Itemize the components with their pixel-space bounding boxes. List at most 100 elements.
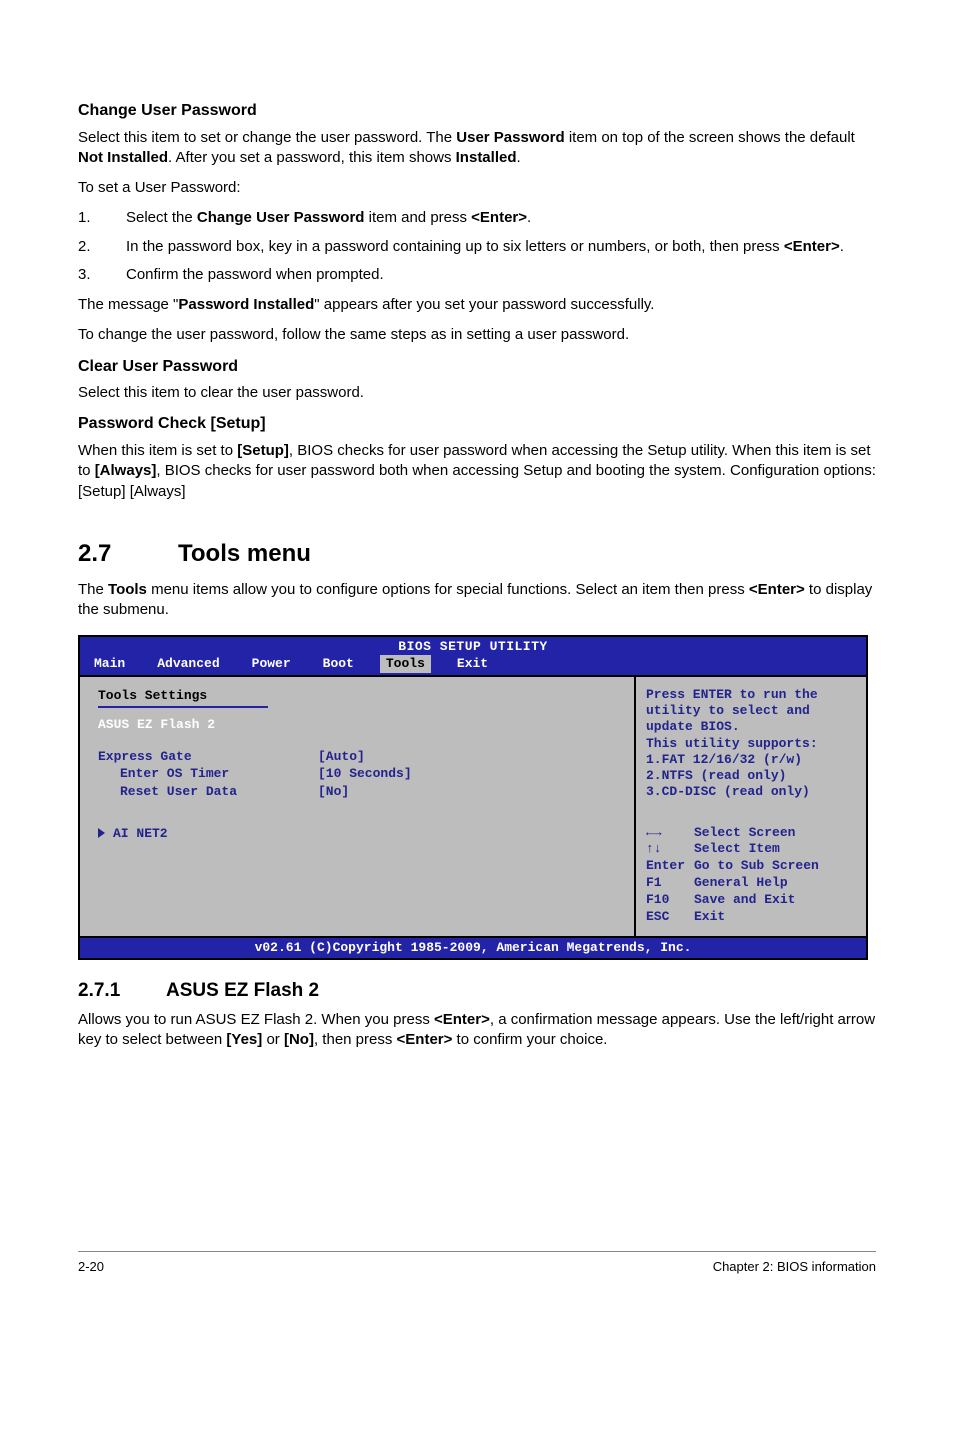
bios-title: BIOS SETUP UTILITY [80,637,866,656]
bios-key-row: ESCExit [646,909,856,926]
bios-row-value: [No] [318,783,349,801]
paragraph: Allows you to run ASUS EZ Flash 2. When … [78,1010,876,1051]
bios-key-desc: Select Item [694,841,780,858]
text: . [840,238,844,255]
bios-tab-tools[interactable]: Tools [380,655,431,673]
bios-tab-main[interactable]: Main [88,655,131,673]
paragraph: When this item is set to [Setup], BIOS c… [78,441,876,502]
text: , BIOS checks for user password both whe… [78,462,876,499]
paragraph: Select this item to set or change the us… [78,128,876,169]
bios-key: F10 [646,892,694,909]
text-bold: User Password [456,129,564,146]
bios-help-text: Press ENTER to run the utility to select… [646,687,856,801]
text: menu items allow you to configure option… [147,581,749,598]
bios-tabs: Main Advanced Power Boot Tools Exit [80,655,866,675]
bios-key: ESC [646,909,694,926]
text: The message " [78,296,178,313]
text-bold: [Setup] [237,442,289,459]
paragraph: Select this item to clear the user passw… [78,383,876,403]
bios-screenshot: BIOS SETUP UTILITY Main Advanced Power B… [78,635,868,961]
section-title: Tools menu [178,540,311,567]
paragraph: The message "Password Installed" appears… [78,295,876,315]
bios-tab-boot[interactable]: Boot [317,655,360,673]
text: , then press [314,1031,397,1048]
bios-item-label: AI NET2 [113,826,168,841]
bios-body: Tools Settings ASUS EZ Flash 2 Express G… [80,675,866,938]
step-text: In the password box, key in a password c… [126,237,876,257]
step-number: 3. [78,265,126,285]
chapter-label: Chapter 2: BIOS information [713,1258,876,1276]
list-item: 1. Select the Change User Password item … [78,208,876,228]
paragraph: To change the user password, follow the … [78,325,876,345]
subsection-title: ASUS EZ Flash 2 [166,980,319,1001]
bios-row-express-gate[interactable]: Express Gate [Auto] [98,748,620,766]
divider [98,706,268,708]
section-heading-tools-menu: 2.7Tools menu [78,538,876,570]
bios-tab-advanced[interactable]: Advanced [151,655,225,673]
bios-row-label: Express Gate [98,748,318,766]
bios-key: Enter [646,858,694,875]
bios-tab-exit[interactable]: Exit [451,655,494,673]
text-bold: [Yes] [226,1031,262,1048]
bios-row-reset-user-data[interactable]: Reset User Data [No] [98,783,620,801]
text: . [527,209,531,226]
triangle-right-icon [98,828,105,838]
bios-key-row: ←→Select Screen [646,825,856,842]
bios-item-ai-net2[interactable]: AI NET2 [98,825,620,843]
text: In the password box, key in a password c… [126,238,784,255]
step-number: 1. [78,208,126,228]
text-bold: Installed [456,149,517,166]
bios-key-desc: General Help [694,875,788,892]
subsection-number: 2.7.1 [78,978,166,1004]
text: The [78,581,108,598]
subsection-heading-ez-flash: 2.7.1ASUS EZ Flash 2 [78,978,876,1004]
text: to confirm your choice. [452,1031,607,1048]
bios-key-desc: Select Screen [694,825,795,842]
text: " appears after you set your password su… [314,296,654,313]
text-bold: <Enter> [749,581,805,598]
arrows-up-down-icon: ↑↓ [646,841,694,858]
bios-row-value: [10 Seconds] [318,765,412,783]
text: . [517,149,521,166]
heading-change-user-password: Change User Password [78,100,876,122]
text: or [262,1031,284,1048]
text-bold: Not Installed [78,149,168,166]
step-number: 2. [78,237,126,257]
bios-key-legend: ←→Select Screen ↑↓Select Item EnterGo to… [646,825,856,926]
bios-item-ez-flash[interactable]: ASUS EZ Flash 2 [98,716,620,734]
text: Select the [126,209,197,226]
bios-key-desc: Go to Sub Screen [694,858,819,875]
text-bold: <Enter> [434,1011,490,1028]
text-bold: Password Installed [178,296,314,313]
text-bold: Change User Password [197,209,365,226]
bios-key-row: F1General Help [646,875,856,892]
text: . After you set a password, this item sh… [168,149,456,166]
paragraph: To set a User Password: [78,178,876,198]
text: Allows you to run ASUS EZ Flash 2. When … [78,1011,434,1028]
text-bold: [No] [284,1031,314,1048]
bios-row-enter-os-timer[interactable]: Enter OS Timer [10 Seconds] [98,765,620,783]
bios-key: F1 [646,875,694,892]
text: item and press [364,209,471,226]
text: item on top of the screen shows the defa… [565,129,855,146]
bios-tab-power[interactable]: Power [246,655,297,673]
paragraph: The Tools menu items allow you to config… [78,580,876,621]
text-bold: Tools [108,581,147,598]
bios-right-pane: Press ENTER to run the utility to select… [636,677,866,936]
text: Select this item to set or change the us… [78,129,456,146]
arrows-left-right-icon: ←→ [646,825,694,842]
text-bold: <Enter> [471,209,527,226]
step-text: Confirm the password when prompted. [126,265,876,285]
bios-left-pane: Tools Settings ASUS EZ Flash 2 Express G… [80,677,636,936]
bios-key-row: ↑↓Select Item [646,841,856,858]
steps-list: 1. Select the Change User Password item … [78,208,876,285]
bios-key-row: EnterGo to Sub Screen [646,858,856,875]
bios-key-row: F10Save and Exit [646,892,856,909]
bios-footer: v02.61 (C)Copyright 1985-2009, American … [80,938,866,959]
heading-clear-user-password: Clear User Password [78,356,876,378]
heading-password-check: Password Check [Setup] [78,413,876,435]
bios-key-desc: Save and Exit [694,892,795,909]
bios-row-label: Reset User Data [120,783,318,801]
bios-row-value: [Auto] [318,748,365,766]
bios-key-desc: Exit [694,909,725,926]
